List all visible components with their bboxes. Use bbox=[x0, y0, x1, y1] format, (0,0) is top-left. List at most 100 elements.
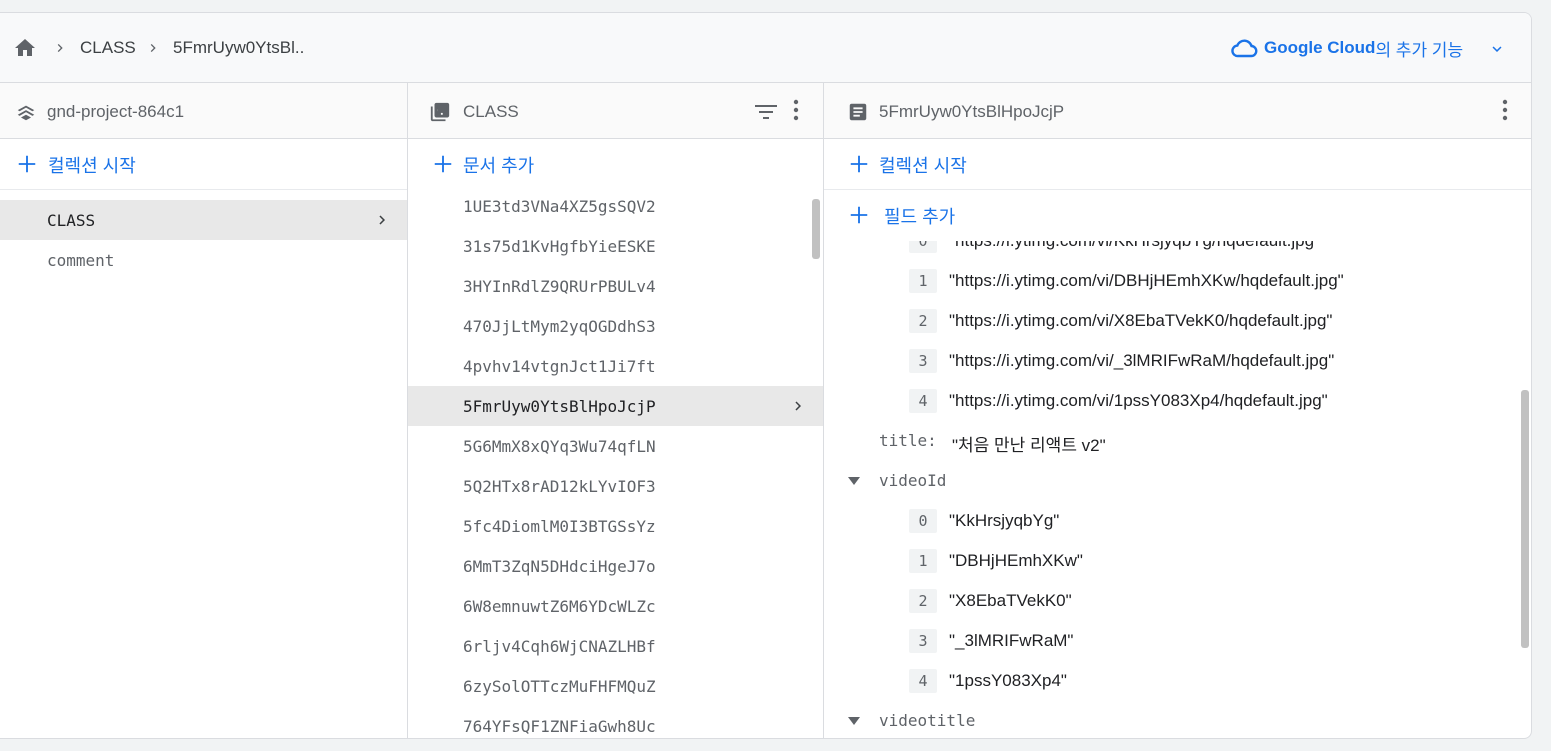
add-field-button[interactable]: 필드 추가 bbox=[824, 190, 1531, 241]
array-item[interactable]: 1 "https://i.ytimg.com/vi/DBHjHEmhXKw/hq… bbox=[824, 261, 1531, 301]
breadcrumb-bar: CLASS 5FmrUyw0YtsBl.. Google Cloud 의 추가 기… bbox=[0, 13, 1531, 83]
array-item[interactable]: 3 "_3lMRIFwRaM" bbox=[824, 621, 1531, 661]
array-item[interactable]: 2 "https://i.ytimg.com/vi/X8EbaTVekK0/hq… bbox=[824, 301, 1531, 341]
plus-icon bbox=[850, 206, 868, 224]
array-item[interactable]: 2 "X8EbaTVekK0" bbox=[824, 581, 1531, 621]
array-value: "X8EbaTVekK0" bbox=[949, 591, 1072, 610]
chevron-down-icon[interactable] bbox=[1486, 40, 1508, 58]
home-icon[interactable] bbox=[12, 36, 38, 60]
document-item[interactable]: 3HYInRdlZ9QRUrPBULv4 bbox=[408, 266, 823, 306]
chevron-right-icon bbox=[150, 44, 156, 52]
document-panel-header: 5FmrUyw0YtsBlHpoJcjP bbox=[824, 83, 1531, 139]
document-item[interactable]: 5G6MmX8xQYq3Wu74qfLN bbox=[408, 426, 823, 466]
document-id: 6zySolOTTczMuFHFMQuZ bbox=[463, 677, 656, 696]
project-panel: gnd-project-864c1 컬렉션 시작 CLASS comment bbox=[0, 83, 408, 738]
document-id: 5G6MmX8xQYq3Wu74qfLN bbox=[463, 437, 656, 456]
collection-panel: CLASS 문서 추가 1UE3td3VNa4XZ5gsSQV2 31s75d1… bbox=[408, 83, 824, 738]
document-id: 1UE3td3VNa4XZ5gsSQV2 bbox=[463, 197, 656, 216]
field-title[interactable]: title: "처음 만난 리액트 v2" bbox=[824, 421, 1531, 461]
firestore-data-viewer: CLASS 5FmrUyw0YtsBl.. Google Cloud 의 추가 기… bbox=[0, 12, 1532, 739]
firestore-stack-icon bbox=[17, 105, 35, 121]
document-id: 6W8emnuwtZ6M6YDcWLZc bbox=[463, 597, 656, 616]
array-item[interactable]: 1 "DBHjHEmhXKw" bbox=[824, 541, 1531, 581]
field-list: 0 "https://i.ytimg.com/vi/KkHrsjyqbYg/hq… bbox=[824, 241, 1531, 738]
expand-triangle-icon[interactable] bbox=[848, 477, 860, 485]
array-item[interactable]: 3 "https://i.ytimg.com/vi/_3lMRIFwRaM/hq… bbox=[824, 341, 1531, 381]
add-field-label: 필드 추가 bbox=[884, 207, 956, 227]
array-value: "_3lMRIFwRaM" bbox=[949, 631, 1074, 650]
document-item[interactable]: 6W8emnuwtZ6M6YDcWLZc bbox=[408, 586, 823, 626]
google-cloud-brand: Google Cloud bbox=[1264, 38, 1376, 57]
field-value: "처음 만난 리액트 v2" bbox=[952, 436, 1106, 455]
array-value: "https://i.ytimg.com/vi/DBHjHEmhXKw/hqde… bbox=[949, 271, 1344, 290]
field-videoId[interactable]: videoId bbox=[824, 461, 1531, 501]
start-collection-button[interactable]: 컬렉션 시작 bbox=[0, 139, 407, 190]
array-index: 3 bbox=[909, 349, 937, 373]
document-item[interactable]: 6rljv4Cqh6WjCNAZLHBf bbox=[408, 626, 823, 666]
array-value: "KkHrsjyqbYg" bbox=[949, 511, 1060, 530]
field-key: videoId bbox=[879, 471, 947, 490]
document-item-selected[interactable]: 5FmrUyw0YtsBlHpoJcjP bbox=[408, 386, 823, 426]
array-item[interactable]: 4 "https://i.ytimg.com/vi/1pssY083Xp4/hq… bbox=[824, 381, 1531, 421]
collection-panel-header: CLASS bbox=[408, 83, 823, 139]
more-vert-icon[interactable] bbox=[1502, 99, 1508, 121]
array-index: 1 bbox=[909, 549, 937, 573]
document-id: 5fc4DiomlM0I3BTGSsYz bbox=[463, 517, 656, 536]
start-collection-button[interactable]: 컬렉션 시작 bbox=[824, 139, 1531, 190]
array-item[interactable]: 0 "KkHrsjyqbYg" bbox=[824, 501, 1531, 541]
expand-triangle-icon[interactable] bbox=[848, 717, 860, 725]
start-collection-label: 컬렉션 시작 bbox=[879, 156, 967, 176]
document-item[interactable]: 1UE3td3VNa4XZ5gsSQV2 bbox=[408, 186, 823, 226]
add-document-button[interactable]: 문서 추가 bbox=[408, 139, 823, 190]
array-value: "https://i.ytimg.com/vi/_3lMRIFwRaM/hqde… bbox=[949, 351, 1335, 370]
array-index: 2 bbox=[909, 309, 937, 333]
document-id: 764YFsQF1ZNFiaGwh8Uc bbox=[463, 717, 656, 736]
collection-item-class[interactable]: CLASS bbox=[0, 200, 407, 240]
document-item[interactable]: 764YFsQF1ZNFiaGwh8Uc bbox=[408, 706, 823, 738]
document-id: 470JjLtMym2yqOGDdhS3 bbox=[463, 317, 656, 336]
collection-item-label: CLASS bbox=[47, 211, 96, 230]
document-title: 5FmrUyw0YtsBlHpoJcjP bbox=[879, 102, 1065, 121]
project-name: gnd-project-864c1 bbox=[47, 102, 185, 121]
document-item[interactable]: 6zySolOTTczMuFHFMQuZ bbox=[408, 666, 823, 706]
breadcrumb-collection[interactable]: CLASS bbox=[80, 38, 136, 58]
document-icon bbox=[849, 103, 867, 121]
filter-icon[interactable] bbox=[754, 103, 778, 121]
document-item[interactable]: 6MmT3ZqN5DHdciHgeJ7o bbox=[408, 546, 823, 586]
document-id: 6MmT3ZqN5DHdciHgeJ7o bbox=[463, 557, 656, 576]
cloud-icon bbox=[1231, 39, 1258, 58]
array-item[interactable]: 4 "1pssY083Xp4" bbox=[824, 661, 1531, 701]
collection-list: CLASS comment bbox=[0, 200, 407, 280]
document-item[interactable]: 31s75d1KvHgfbYieESKE bbox=[408, 226, 823, 266]
field-key: title: bbox=[879, 431, 937, 450]
collection-item-label: comment bbox=[47, 251, 115, 270]
document-fields-scrollbar[interactable] bbox=[1521, 390, 1529, 648]
document-item[interactable]: 4pvhv14vtgnJct1Ji7ft bbox=[408, 346, 823, 386]
document-id: 4pvhv14vtgnJct1Ji7ft bbox=[463, 357, 656, 376]
document-item[interactable]: 5Q2HTx8rAD12kLYvIOF3 bbox=[408, 466, 823, 506]
document-id: 5Q2HTx8rAD12kLYvIOF3 bbox=[463, 477, 656, 496]
more-vert-icon[interactable] bbox=[793, 99, 799, 121]
array-value: "DBHjHEmhXKw" bbox=[949, 551, 1083, 570]
plus-icon bbox=[18, 155, 36, 173]
array-index: 2 bbox=[909, 589, 937, 613]
array-value: "1pssY083Xp4" bbox=[949, 671, 1067, 690]
collection-icon bbox=[430, 102, 450, 122]
array-index: 4 bbox=[909, 669, 937, 693]
breadcrumb-document[interactable]: 5FmrUyw0YtsBl.. bbox=[173, 38, 304, 58]
field-videotitle[interactable]: videotitle bbox=[824, 701, 1531, 738]
google-cloud-extras-link[interactable]: Google Cloud 의 추가 기능 bbox=[1230, 36, 1463, 60]
document-list-scrollbar[interactable] bbox=[812, 199, 820, 259]
array-index: 0 bbox=[909, 241, 937, 253]
array-item[interactable]: 0 "https://i.ytimg.com/vi/KkHrsjyqbYg/hq… bbox=[824, 241, 1531, 261]
document-id: 31s75d1KvHgfbYieESKE bbox=[463, 237, 656, 256]
collection-item-comment[interactable]: comment bbox=[0, 240, 407, 280]
array-value: "https://i.ytimg.com/vi/X8EbaTVekK0/hqde… bbox=[949, 311, 1333, 330]
collection-title: CLASS bbox=[463, 102, 519, 121]
array-index: 4 bbox=[909, 389, 937, 413]
document-id: 6rljv4Cqh6WjCNAZLHBf bbox=[463, 637, 656, 656]
document-item[interactable]: 5fc4DiomlM0I3BTGSsYz bbox=[408, 506, 823, 546]
document-item[interactable]: 470JjLtMym2yqOGDdhS3 bbox=[408, 306, 823, 346]
chevron-right-icon bbox=[57, 44, 63, 52]
google-cloud-suffix: 의 추가 기능 bbox=[1375, 40, 1464, 60]
